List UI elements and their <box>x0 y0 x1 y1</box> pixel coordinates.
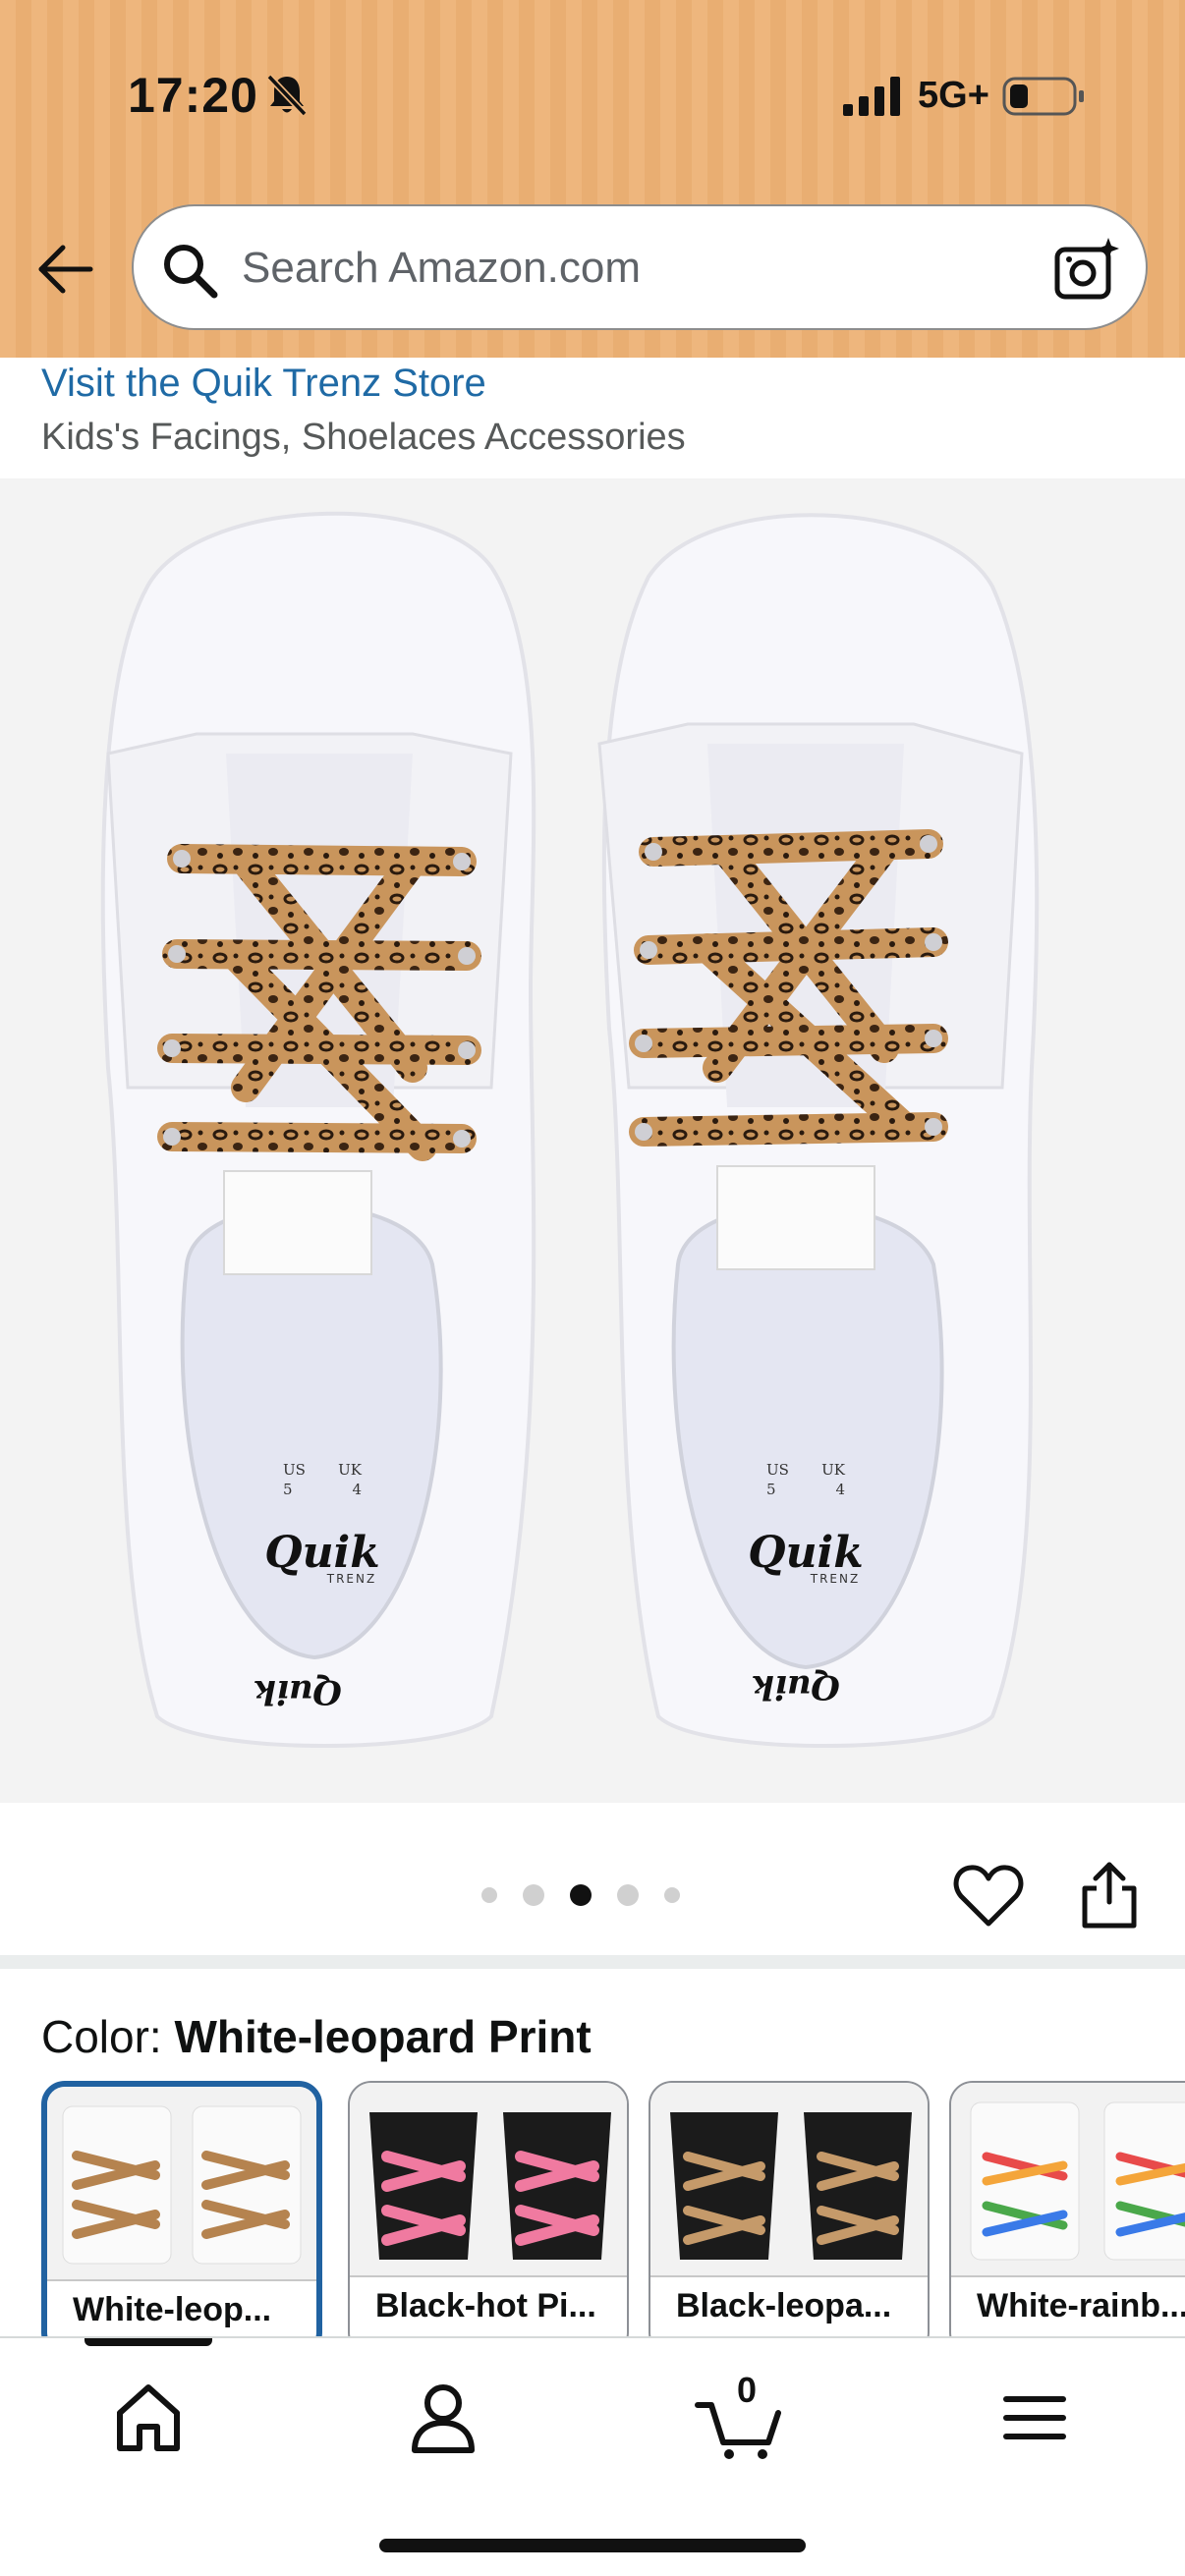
active-tab-indicator <box>85 2338 212 2346</box>
swatch-separator <box>951 2275 1185 2277</box>
search-bar[interactable] <box>132 204 1148 330</box>
carousel-dot[interactable] <box>481 1887 497 1903</box>
nav-account[interactable] <box>399 2374 487 2462</box>
color-selection-label: Color: White-leopard Print <box>41 2011 592 2062</box>
bell-slash-icon <box>266 74 308 117</box>
app-header: 17:20 5G+ <box>0 0 1185 358</box>
swatch-thumbnail <box>951 2083 1185 2275</box>
status-time: 17:20 <box>128 68 258 123</box>
swatch-white-rainbow[interactable]: White-rainb... <box>949 2081 1185 2336</box>
selected-color-value: White-leopard Print <box>174 2011 592 2062</box>
right-tongue-logo: Quik <box>751 1667 841 1707</box>
search-icon <box>164 245 218 299</box>
swatch-thumbnail <box>350 2083 627 2275</box>
account-icon <box>412 2384 475 2453</box>
swatch-black-hot-pink[interactable]: Black-hot Pi... <box>348 2081 629 2336</box>
carousel-dot[interactable] <box>664 1887 680 1903</box>
brand-logo: Quik <box>264 1528 380 1578</box>
swatch-label: Black-hot Pi... <box>375 2287 596 2324</box>
right-insole-text: US UK 54 Quik TRENZ <box>737 1461 875 1586</box>
brand-logo: Quik <box>748 1528 864 1578</box>
image-carousel-dots[interactable] <box>481 1880 680 1910</box>
section-divider <box>0 1955 1185 1969</box>
swatch-thumbnail <box>650 2083 928 2275</box>
menu-icon <box>1003 2396 1066 2439</box>
sneakers-illustration <box>100 511 1040 1748</box>
swatch-separator <box>350 2275 627 2277</box>
carousel-dot[interactable] <box>617 1884 639 1906</box>
nav-menu[interactable] <box>992 2374 1081 2462</box>
visit-store-link[interactable]: Visit the Quik Trenz Store <box>41 362 486 406</box>
swatch-label: Black-leopa... <box>676 2287 892 2324</box>
swatch-label: White-leop... <box>73 2291 272 2328</box>
nav-cart[interactable]: 0 <box>694 2370 782 2462</box>
back-arrow-icon[interactable] <box>35 242 94 297</box>
battery-icon <box>1002 77 1084 116</box>
search-input[interactable] <box>242 234 1028 303</box>
cart-count-badge: 0 <box>737 2370 758 2410</box>
color-swatch-list: White-leop... Black-hot Pi... Black-leop… <box>41 2081 1185 2336</box>
nav-home[interactable] <box>104 2374 193 2462</box>
home-indicator[interactable] <box>379 2539 806 2552</box>
left-tongue-logo: Quik <box>253 1672 343 1711</box>
swatch-white-leopard[interactable]: White-leop... <box>41 2081 322 2336</box>
left-insole-text: US UK 54 Quik TRENZ <box>254 1461 391 1586</box>
share-icon[interactable] <box>1079 1859 1140 1930</box>
status-bar: 17:20 5G+ <box>0 0 1185 187</box>
swatch-separator <box>47 2279 316 2281</box>
swatch-thumbnail <box>47 2087 316 2279</box>
heart-icon[interactable] <box>953 1863 1024 1928</box>
camera-search-icon[interactable] <box>1053 236 1122 301</box>
product-image[interactable]: US UK 54 Quik TRENZ US UK 54 Quik TRENZ Qu… <box>0 478 1185 1803</box>
network-type: 5G+ <box>918 75 989 116</box>
carousel-dot-active[interactable] <box>570 1884 592 1906</box>
swatch-separator <box>650 2275 928 2277</box>
swatch-label: White-rainb... <box>977 2287 1185 2324</box>
home-icon <box>117 2384 180 2451</box>
cellular-signal-icon <box>843 77 900 116</box>
swatch-black-leopard[interactable]: Black-leopa... <box>649 2081 930 2336</box>
category-breadcrumb[interactable]: Kids's Facings, Shoelaces Accessories <box>41 417 686 459</box>
carousel-dot[interactable] <box>523 1884 544 1906</box>
